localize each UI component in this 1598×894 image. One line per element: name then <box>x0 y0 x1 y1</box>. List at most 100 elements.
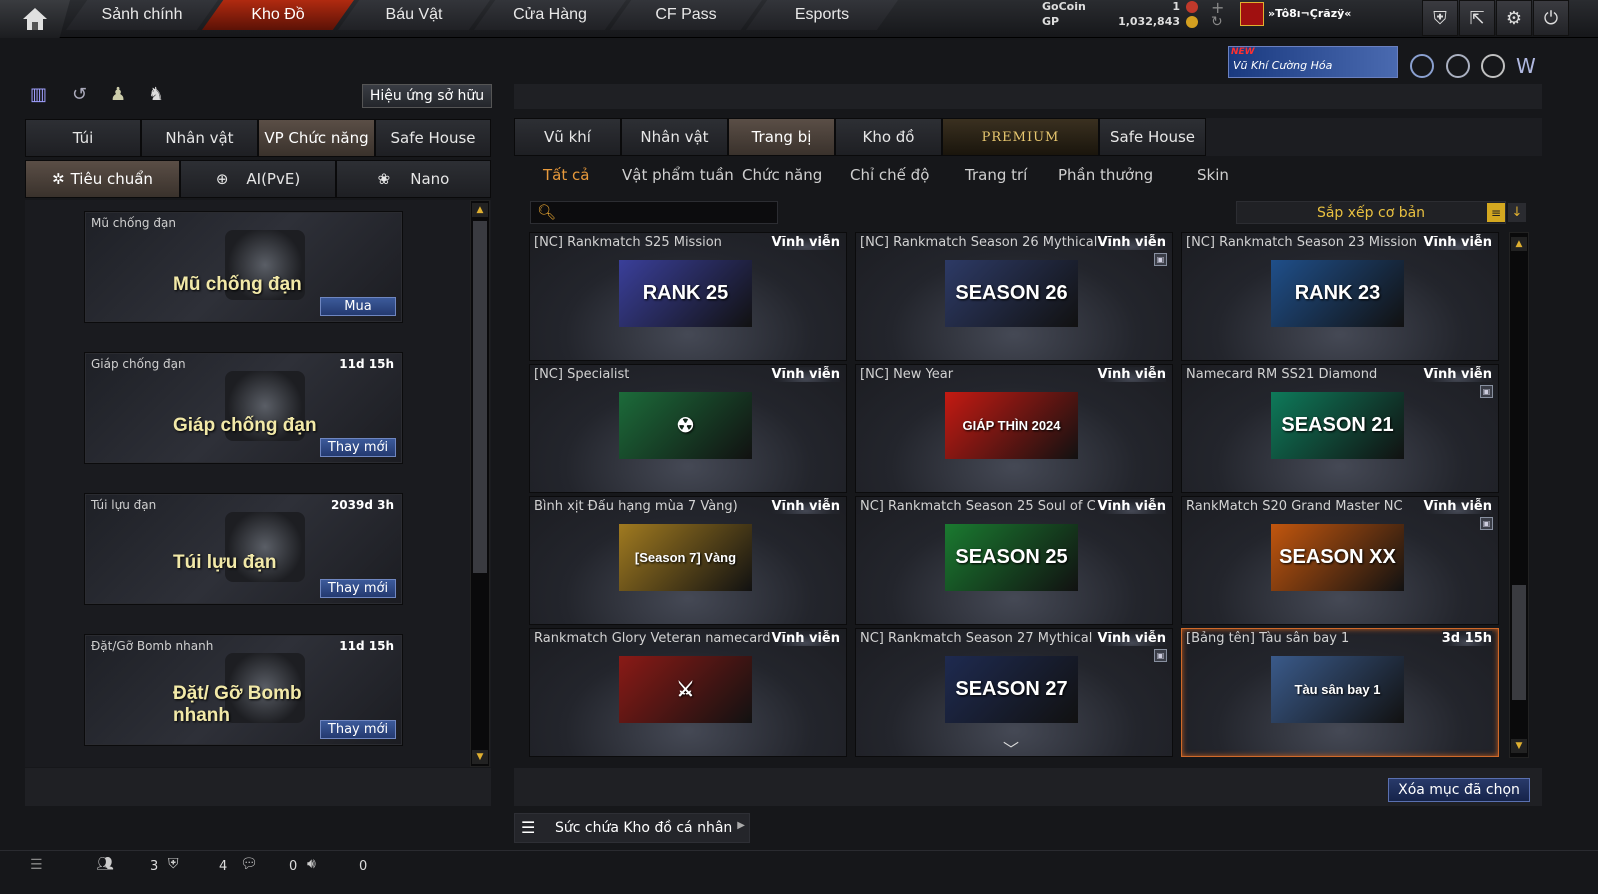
power-icon[interactable]: ⏻ <box>1533 0 1569 36</box>
item-card[interactable]: [NC] Rankmatch Season 26 Mythical Vĩnh vi… <box>855 232 1173 361</box>
item-name: Bình xịt Đấu hạng mùa 7 Vàng) <box>534 499 738 514</box>
rank-emblem-icon <box>1240 2 1264 26</box>
item-card[interactable]: Namecard RM SS21 Diamond Vĩnh viễn ▣ SEASON… <box>1181 364 1499 493</box>
lock-icon[interactable]: ▣ <box>1154 649 1167 662</box>
promo-banner[interactable]: NEW Vũ Khí Cường Hóa <box>1228 46 1398 78</box>
right-scrollbar[interactable]: ▲ ▼ <box>1509 232 1529 758</box>
filter-skin[interactable]: Skin <box>1197 166 1229 184</box>
delete-selected-button[interactable]: Xóa mục đã chọn <box>1388 778 1530 802</box>
item-card[interactable]: RankMatch S20 Grand Master NC Vĩnh viễn ▣ S… <box>1181 496 1499 625</box>
left-tab-functional[interactable]: VP Chức năng <box>258 119 375 157</box>
item-card[interactable]: [NC] New Year Vĩnh viễn GIÁP THÌN 2024 <box>855 364 1173 493</box>
item-card[interactable]: [NC] Rankmatch Season 23 Mission Vĩnh viễ… <box>1181 232 1499 361</box>
stats-icon[interactable]: ▥ <box>30 84 54 108</box>
exit-lobby-icon[interactable]: ⇱ <box>1459 0 1495 36</box>
badge-icon-1[interactable] <box>1410 54 1434 78</box>
nav-tab-cfpass[interactable]: CF Pass <box>610 0 762 30</box>
owned-effects-button[interactable]: Hiệu ứng sở hữu <box>362 84 492 108</box>
equip-card-helmet[interactable]: Mũ chống đạn Mũ chống đạn Mua <box>84 211 403 323</box>
capacity-bar[interactable]: ☰ Sức chứa Kho đồ cá nhân ▶ <box>514 813 750 843</box>
nav-tab-inventory[interactable]: Kho Đồ <box>202 0 354 30</box>
filter-reward[interactable]: Phần thưởng <box>1058 166 1153 184</box>
gear-icon[interactable]: ⚙ <box>1496 0 1532 36</box>
lock-icon[interactable]: ▣ <box>1480 517 1493 530</box>
badge-icon-2[interactable] <box>1446 54 1470 78</box>
filter-decor[interactable]: Trang trí <box>965 166 1027 184</box>
card-big-label: Mũ chống đạn <box>173 274 302 295</box>
item-card[interactable]: [Bảng tên] Tàu sân bay 1 3d 15h Tàu sân ba… <box>1181 628 1499 757</box>
right-tab-storage[interactable]: Kho đồ <box>835 118 942 156</box>
scroll-up-icon[interactable]: ▲ <box>472 203 488 217</box>
right-tab-weapons[interactable]: Vũ khí <box>514 118 621 156</box>
search-input[interactable] <box>559 204 771 221</box>
chat-icon: 💬︎ <box>240 856 258 872</box>
filter-mode[interactable]: Chỉ chế độ <box>850 166 929 184</box>
item-name: [NC] Rankmatch Season 26 Mythical <box>860 235 1098 250</box>
item-card[interactable]: Bình xịt Đấu hạng mùa 7 Vàng) Vĩnh viễn [S… <box>529 496 847 625</box>
sort-desc-icon[interactable]: ↓ <box>1508 203 1526 222</box>
namecard-banner: GIÁP THÌN 2024 <box>945 392 1078 459</box>
expand-icon[interactable]: ▶ <box>737 820 745 831</box>
item-card[interactable]: Rankmatch Glory Veteran namecard Vĩnh viễ… <box>529 628 847 757</box>
players-count: 3 <box>150 859 159 874</box>
equip-card-armor[interactable]: Giáp chống đạn 11d 15h Giáp chống đạn Th… <box>84 352 403 464</box>
lock-icon[interactable]: ▣ <box>1154 253 1167 266</box>
left-subtab-nano[interactable]: ❀ Nano <box>336 160 491 198</box>
card-title: Túi lựu đạn <box>91 498 157 512</box>
filter-functional[interactable]: Chức năng <box>742 166 822 184</box>
filter-weekly[interactable]: Vật phẩm tuần <box>622 166 734 184</box>
right-tab-character[interactable]: Nhân vật <box>621 118 728 156</box>
home-button[interactable] <box>0 0 70 38</box>
scroll-down-icon[interactable]: ▼ <box>472 750 488 764</box>
right-tab-equipment[interactable]: Trang bị <box>728 118 835 156</box>
footer-bar: ☰ 👥︎ 3 ⛨ 4 💬︎ 0 🔊︎ 0 <box>0 850 1598 894</box>
item-name: [NC] New Year <box>860 367 954 382</box>
item-name: Namecard RM SS21 Diamond <box>1186 367 1378 382</box>
lock-icon[interactable]: ▣ <box>1480 385 1493 398</box>
nav-tab-shop[interactable]: Cửa Hàng <box>474 0 626 30</box>
renew-button[interactable]: Thay mới <box>320 720 396 739</box>
item-card[interactable]: NC] Rankmatch Season 25 Soul of C Vĩnh vi… <box>855 496 1173 625</box>
namecard-banner: Tàu sân bay 1 <box>1271 656 1404 723</box>
left-tab-bag[interactable]: Túi <box>25 119 141 157</box>
right-header-strip <box>514 84 1542 109</box>
badge-icon-3[interactable] <box>1481 54 1505 78</box>
pet-icon[interactable]: ♞ <box>148 84 172 108</box>
nav-tab-lobby[interactable]: Sảnh chính <box>66 0 218 30</box>
sort-dropdown[interactable]: Sắp xếp cơ bản <box>1236 201 1506 224</box>
speaker-icon[interactable]: 🔊︎ <box>307 856 316 872</box>
item-name: [Bảng tên] Tàu sân bay 1 <box>1186 631 1350 646</box>
left-scroll-thumb[interactable] <box>473 221 487 573</box>
left-tab-character[interactable]: Nhân vật <box>141 119 258 157</box>
menu-icon[interactable]: ☰ <box>30 857 43 873</box>
character-icon[interactable]: ♟ <box>110 84 134 108</box>
renew-button[interactable]: Thay mới <box>320 438 396 457</box>
scroll-up-icon[interactable]: ▲ <box>1511 237 1527 251</box>
renew-button[interactable]: Thay mới <box>320 579 396 598</box>
item-duration: Vĩnh viễn <box>771 631 840 646</box>
left-subtab-standard[interactable]: ✲ Tiêu chuẩn <box>25 160 180 198</box>
more-chevron-icon[interactable]: ﹀ <box>1003 736 1019 760</box>
item-card[interactable]: [NC] Specialist Vĩnh viễn ☢ <box>529 364 847 493</box>
right-scroll-thumb[interactable] <box>1512 585 1526 700</box>
namecard-banner: [Season 7] Vàng <box>619 524 752 591</box>
refresh-icon[interactable]: ↻ <box>1211 14 1223 30</box>
left-scrollbar[interactable]: ▲ ▼ <box>470 200 490 767</box>
nav-tab-esports[interactable]: Esports <box>746 0 898 30</box>
right-tab-safehouse[interactable]: Safe House <box>1099 118 1206 156</box>
left-tab-safehouse[interactable]: Safe House <box>375 119 491 157</box>
nav-tab-treasure[interactable]: Báu Vật <box>338 0 490 30</box>
item-card[interactable]: [NC] Rankmatch S25 Mission Vĩnh viễn RANK … <box>529 232 847 361</box>
right-tab-premium[interactable]: PREMIUM <box>942 118 1099 156</box>
equip-card-bomb-kit[interactable]: Đặt/Gỡ Bomb nhanh 11d 15h Đặt/ Gỡ Bomb n… <box>84 634 403 746</box>
history-icon[interactable]: ↺ <box>72 84 96 108</box>
equip-card-grenade-bag[interactable]: Túi lựu đạn 2039d 3h Túi lựu đạn Thay mớ… <box>84 493 403 605</box>
list-view-icon[interactable]: ≡ <box>1487 203 1505 222</box>
shield-icon[interactable]: ⛨ <box>1422 0 1458 36</box>
search-box[interactable]: 🔍︎ <box>530 201 778 224</box>
filter-all[interactable]: Tất cả <box>543 166 589 184</box>
left-subtab-ai[interactable]: ⊕ AI(PvE) <box>180 160 336 198</box>
scroll-down-icon[interactable]: ▼ <box>1511 739 1527 753</box>
buy-button[interactable]: Mua <box>320 297 396 316</box>
badge-icon-4[interactable]: W <box>1516 54 1540 78</box>
